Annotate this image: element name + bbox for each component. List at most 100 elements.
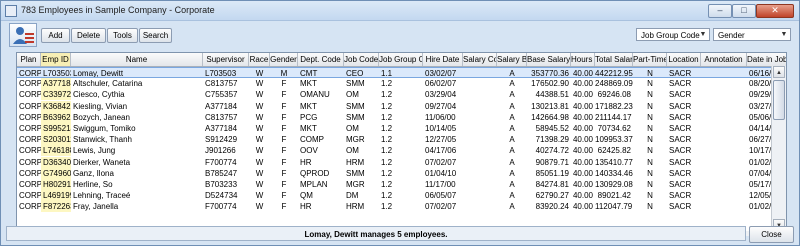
- table-row[interactable]: CORPB639626Bozych, Janean C813757 W F PCG SMM…: [17, 111, 786, 123]
- column-header[interactable]: Dept. Code: [298, 53, 344, 66]
- table-cell: 40.00: [572, 90, 593, 100]
- column-header[interactable]: Base Salary: [527, 53, 571, 66]
- table-cell: F: [281, 101, 287, 111]
- table-cell: A: [509, 112, 515, 122]
- table-cell: A377184: [41, 78, 71, 90]
- secondary-group-select[interactable]: Gender ▼: [713, 28, 791, 41]
- scroll-up-icon[interactable]: ▲: [773, 66, 785, 78]
- table-cell: A: [509, 124, 515, 133]
- table-row[interactable]: CORPC339725Ciesco, Cythia C755357 W F OMANU O…: [17, 89, 786, 101]
- table-cell: N: [647, 124, 653, 133]
- table-cell: [463, 157, 497, 168]
- table-cell: 71398.29: [535, 135, 569, 145]
- table-cell: [463, 112, 497, 123]
- column-header[interactable]: Job Group C: [379, 53, 423, 66]
- table-row[interactable]: CORPF872263Fray, Janella F700774 W F HR HRM 1.…: [17, 201, 786, 213]
- table-row[interactable]: CORPD363405Dierker, Waneta F700774 W F HR HRM…: [17, 156, 786, 168]
- delete-button[interactable]: Delete: [71, 28, 106, 43]
- secondary-group-select-value: Gender: [718, 31, 745, 40]
- column-header[interactable]: Total Salar: [595, 53, 633, 66]
- status-bar: Lomay, Dewitt manages 5 employees.: [6, 226, 746, 241]
- add-button[interactable]: Add: [41, 28, 70, 43]
- restore-button[interactable]: □: [732, 4, 756, 18]
- table-cell: 1.2: [381, 101, 393, 111]
- table-row[interactable]: CORPS203011Stanwick, Thanh S912429 W F COMP M…: [17, 134, 786, 146]
- column-header[interactable]: Salary B: [497, 53, 527, 66]
- table-cell: DM: [346, 191, 359, 201]
- column-header[interactable]: Date in Job: [747, 53, 786, 66]
- close-button[interactable]: Close: [749, 226, 794, 243]
- table-cell: N: [647, 202, 653, 212]
- table-cell: 1.2: [381, 112, 393, 122]
- table-cell: F: [281, 157, 287, 167]
- table-cell: Dierker, Waneta: [73, 157, 131, 167]
- table-row[interactable]: CORPG749607Ganz, Ilona B785247 W F QPROD SMM 1…: [17, 167, 786, 179]
- table-cell: 07/02/07: [425, 202, 457, 212]
- table-row[interactable]: CORPK368421Kiesling, Vivian A377184 W F MKT S…: [17, 100, 786, 112]
- table-cell: SACR: [669, 112, 692, 122]
- table-cell: CEO: [344, 67, 379, 78]
- column-header[interactable]: Plan: [17, 53, 41, 66]
- column-header[interactable]: Race: [249, 53, 270, 66]
- column-header[interactable]: Gender: [270, 53, 298, 66]
- table-row[interactable]: CORPL746188Lewis, Jung J901266 W F OOV OM 1.2 0…: [17, 145, 786, 157]
- column-header[interactable]: Hire Date: [423, 53, 463, 66]
- column-header[interactable]: Annotation: [701, 53, 747, 66]
- column-header[interactable]: Location: [667, 53, 701, 66]
- search-button[interactable]: Search: [139, 28, 172, 43]
- column-header[interactable]: Part-Time?: [633, 53, 667, 66]
- table-cell: [463, 89, 497, 100]
- column-header[interactable]: Emp ID: [41, 53, 71, 66]
- tools-button[interactable]: Tools: [107, 28, 138, 43]
- table-cell: A: [509, 90, 515, 100]
- table-cell: F700774: [205, 202, 237, 212]
- table-cell: 62425.82: [597, 146, 631, 156]
- table-cell: 10/14/05: [425, 124, 457, 133]
- table-cell: 84274.81: [535, 180, 569, 189]
- column-header[interactable]: Salary Co: [463, 53, 497, 66]
- table-cell: F: [281, 112, 287, 122]
- table-cell: N: [647, 112, 653, 122]
- employee-table[interactable]: Plan Emp ID Name Supervisor Race Gender Dept. …: [16, 52, 787, 233]
- column-header[interactable]: Hours P: [571, 53, 595, 66]
- table-cell: [701, 157, 747, 168]
- vertical-scrollbar[interactable]: ▲ ▼: [771, 66, 786, 231]
- table-cell: A: [509, 101, 515, 111]
- table-cell: HR: [300, 157, 312, 167]
- table-row[interactable]: CORPL469199Lehning, Traceé D524734 W F QM DM 1…: [17, 190, 786, 202]
- table-cell: L469199: [41, 190, 71, 202]
- table-cell: [463, 190, 497, 201]
- table-cell: Swiggum, Tomiko: [73, 124, 136, 133]
- table-cell: C813757: [205, 112, 238, 122]
- table-cell: [701, 67, 747, 78]
- table-cell: Lehning, Traceé: [73, 191, 131, 201]
- table-cell: SACR: [669, 90, 692, 100]
- table-row[interactable]: CORPL703503Lomay, DewittL703503WMCMTCEO1…: [17, 67, 786, 78]
- table-cell: Kiesling, Vivian: [73, 101, 128, 111]
- table-cell: W: [255, 112, 264, 122]
- table-cell: [701, 201, 747, 212]
- table-cell: F: [281, 90, 287, 100]
- table-cell: 83920.24: [535, 202, 569, 212]
- table-cell: [463, 78, 497, 89]
- column-header[interactable]: Name: [71, 53, 203, 66]
- group-by-select[interactable]: Job Group Code ▼: [636, 28, 710, 41]
- minimize-button[interactable]: –: [708, 4, 732, 18]
- table-row[interactable]: CORPH802919Herline, So B703233 W F MPLAN MGR 1…: [17, 179, 786, 190]
- table-cell: A377184: [205, 101, 238, 111]
- table-row[interactable]: CORPS995214Swiggum, Tomiko A377184 W F MKT OM…: [17, 123, 786, 134]
- table-cell: N: [647, 90, 653, 100]
- table-cell: CMT: [298, 67, 344, 78]
- table-cell: 03/29/04: [425, 90, 457, 100]
- table-row[interactable]: CORPA377184Altschuler, Catarina C813757 W F…: [17, 78, 786, 90]
- table-cell: 353770.36: [527, 67, 571, 78]
- scroll-thumb[interactable]: [773, 80, 785, 120]
- table-cell: SACR: [669, 146, 692, 156]
- status-message: Lomay, Dewitt manages 5 employees.: [6, 226, 746, 241]
- table-cell: 40.00: [572, 168, 593, 178]
- employees-icon[interactable]: [9, 23, 37, 47]
- table-cell: OM: [346, 90, 359, 100]
- column-header[interactable]: Supervisor: [203, 53, 249, 66]
- column-header[interactable]: Job Code: [344, 53, 379, 66]
- window-close-button[interactable]: ✕: [756, 4, 794, 18]
